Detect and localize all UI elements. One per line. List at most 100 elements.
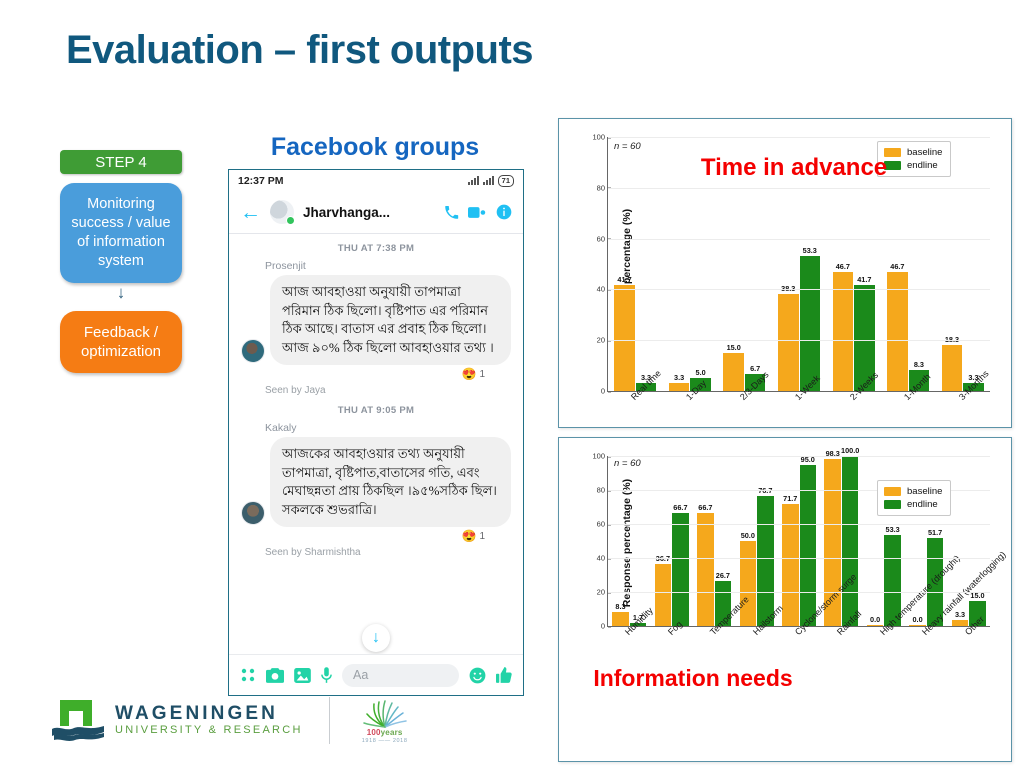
microphone-icon[interactable] xyxy=(321,666,332,684)
legend-label: baseline xyxy=(907,486,943,497)
message-bubble: আজ আবহাওয়া অনুযায়ী তাপমাত্রা পরিমান ঠি… xyxy=(270,275,511,365)
y-axis-tick: 20 xyxy=(597,336,612,345)
centenary-logo: 100years 1918 —— 2018 xyxy=(354,698,416,744)
seen-by-label: Seen by Jaya xyxy=(265,385,326,396)
message-input[interactable]: Aa xyxy=(342,663,459,687)
phone-icon[interactable] xyxy=(444,205,459,220)
bar-baseline: 71.7 xyxy=(782,494,799,626)
bar-value-label: 6.7 xyxy=(750,363,761,373)
bar-value-label: 8.3 xyxy=(615,601,626,611)
avatar xyxy=(241,339,265,363)
gallery-icon[interactable] xyxy=(294,667,311,683)
legend-entry: baseline xyxy=(884,485,942,498)
y-axis-tick: 60 xyxy=(597,520,612,529)
bar-group: 36.7 66.7 xyxy=(654,456,689,626)
legend-entry: endline xyxy=(884,498,942,511)
emoji-icon[interactable] xyxy=(469,667,486,684)
chat-message-list[interactable]: THU AT 7:38 PM Prosenjit আজ আবহাওয়া অনু… xyxy=(229,234,523,654)
message-bubble: আজকের আবহাওয়ার তথ্য অনুযায়ী তাপমাত্রা,… xyxy=(270,437,511,527)
bar-baseline: 3.3 xyxy=(951,610,969,626)
wur-line-2: UNIVERSITY & RESEARCH xyxy=(115,724,303,736)
avatar xyxy=(241,501,265,525)
bar-value-label: 100.0 xyxy=(841,446,860,455)
bar-value-label: 15.0 xyxy=(726,342,741,352)
heart-eyes-emoji-icon: 😍 xyxy=(461,367,477,381)
chat-header: ← Jharvhanga... xyxy=(229,191,523,234)
bar-baseline: 66.7 xyxy=(697,503,714,626)
bar-baseline: 38.3 xyxy=(778,284,799,391)
bar-value-label: 46.7 xyxy=(835,262,850,272)
bar-baseline: 41.7 xyxy=(614,275,635,391)
scroll-to-bottom-icon[interactable]: ↓ xyxy=(362,624,390,652)
seen-by-label: Seen by Sharmishtha xyxy=(265,547,361,558)
bar-endline: 100.0 xyxy=(841,446,859,626)
y-axis-tick: 40 xyxy=(597,554,612,563)
day-timestamp: THU AT 9:05 PM xyxy=(337,405,415,416)
logo-divider xyxy=(328,697,330,744)
gridline xyxy=(608,238,990,240)
wur-line-1: WAGENINGEN xyxy=(115,703,278,724)
bar-group: 66.7 26.7 xyxy=(697,456,732,626)
bar-value-label: 26.7 xyxy=(715,570,730,580)
flow-box-feedback: Feedback / optimization xyxy=(60,311,182,373)
bar-value-label: 8.3 xyxy=(913,359,924,369)
battery-icon: 71 xyxy=(497,174,514,187)
message-composer: Aa xyxy=(229,654,523,695)
status-time: 12:37 PM xyxy=(238,174,284,187)
bar-value-label: 66.7 xyxy=(698,502,713,512)
y-axis-tick: 100 xyxy=(592,452,611,461)
phone-status-bar: 12:37 PM 71 xyxy=(229,170,523,191)
thumbs-up-icon[interactable] xyxy=(496,666,512,684)
bar-value-label: 50.0 xyxy=(740,531,755,540)
info-icon[interactable] xyxy=(496,204,512,220)
bar-baseline: 50.0 xyxy=(739,531,757,626)
message-reaction[interactable]: 😍 1 xyxy=(241,529,485,543)
back-arrow-icon[interactable]: ← xyxy=(240,202,261,223)
bar-value-label: 53.3 xyxy=(885,525,900,535)
camera-icon[interactable] xyxy=(266,667,284,683)
centenary-year-range: 1918 —— 2018 xyxy=(361,737,408,744)
flow-box-monitoring: Monitoring success / value of informatio… xyxy=(60,183,182,283)
chart-information-needs: Response percentage (%) n = 60 8.3 1.7 36.… xyxy=(558,437,1012,762)
bar-value-label: 5.0 xyxy=(695,368,706,378)
message-reaction[interactable]: 😍 1 xyxy=(241,367,485,381)
bar-baseline: 18.3 xyxy=(941,335,963,391)
bar-value-label: 53.3 xyxy=(802,245,817,255)
slide-root: Evaluation – first outputs STEP 4 Monito… xyxy=(0,0,1024,768)
bar-value-label: 3.3 xyxy=(674,372,685,382)
message-row: আজ আবহাওয়া অনুযায়ী তাপমাত্রা পরিমান ঠি… xyxy=(241,275,511,365)
bar-baseline: 36.7 xyxy=(654,554,672,626)
reaction-count: 1 xyxy=(479,530,485,542)
bar-value-label: 66.7 xyxy=(673,502,688,512)
gridline xyxy=(608,289,990,291)
footer-logos: WAGENINGEN UNIVERSITY & RESEARCH 100year… xyxy=(50,697,416,744)
bar-endline: 95.0 xyxy=(799,455,816,626)
flow-arrow-icon: ↓ xyxy=(116,283,126,302)
y-axis-tick: 100 xyxy=(592,133,611,142)
contact-name[interactable]: Jharvhanga... xyxy=(303,205,435,220)
bar-value-label: 0.0 xyxy=(870,615,881,625)
day-timestamp: THU AT 7:38 PM xyxy=(337,243,415,254)
step-badge: STEP 4 xyxy=(60,150,182,174)
wageningen-wordmark: WAGENINGEN UNIVERSITY & RESEARCH xyxy=(115,704,303,737)
phone-mockup: 12:37 PM 71 ← Jharvhanga... THU AT 7:38 … xyxy=(228,169,524,696)
page-title: Evaluation – first outputs xyxy=(66,28,534,72)
chart-title-overlay: Time in advance xyxy=(700,154,888,181)
bar-value-label: 18.3 xyxy=(944,334,960,344)
gridline xyxy=(608,137,990,138)
apps-grid-icon[interactable] xyxy=(240,667,256,683)
bar-value-label: 71.7 xyxy=(783,494,798,504)
y-axis-tick: 60 xyxy=(597,234,612,243)
chart-legend: baseline endline xyxy=(877,480,952,516)
gridline xyxy=(608,456,990,457)
gridline xyxy=(608,592,990,593)
gridline xyxy=(608,558,990,559)
y-axis-tick: 40 xyxy=(597,285,612,294)
bar-value-label: 51.7 xyxy=(927,528,943,538)
message-sender: Kakaly xyxy=(265,422,297,434)
video-icon[interactable] xyxy=(468,205,487,220)
bar-endline: 66.7 xyxy=(672,503,689,626)
bar-endline: 76.7 xyxy=(757,486,774,626)
centenary-label: 100years xyxy=(366,727,403,737)
gridline xyxy=(608,187,990,189)
